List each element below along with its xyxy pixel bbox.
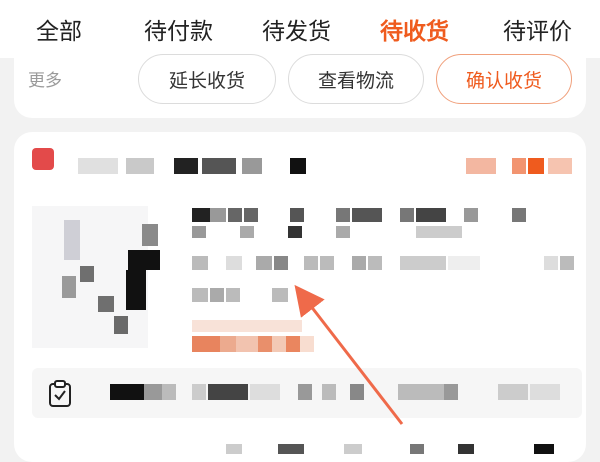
annotation-arrow bbox=[294, 284, 404, 425]
